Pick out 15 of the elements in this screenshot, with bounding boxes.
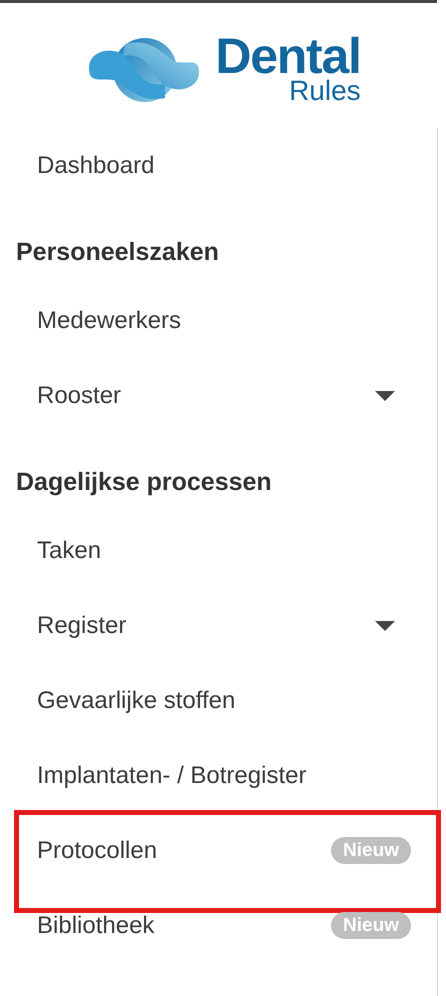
- new-badge: Nieuw: [331, 912, 411, 939]
- nav-link[interactable]: Dashboard: [37, 148, 154, 184]
- nav-link[interactable]: Taken: [37, 532, 102, 568]
- section-heading: Dagelijkse processen: [16, 466, 272, 498]
- nav-link[interactable]: Register: [37, 608, 126, 644]
- section-heading: Personeelszaken: [16, 236, 219, 268]
- caret-down-icon[interactable]: [375, 620, 395, 630]
- nav-link[interactable]: Protocollen: [37, 832, 158, 868]
- nav-link[interactable]: Implantaten- / Botregister: [37, 758, 306, 794]
- nav-link[interactable]: Gevaarlijke stoffen: [37, 682, 236, 718]
- new-badge: Nieuw: [331, 837, 411, 864]
- nav-link[interactable]: Bibliotheek: [37, 908, 154, 944]
- nav-link[interactable]: Rooster: [37, 378, 122, 414]
- caret-down-icon[interactable]: [375, 390, 395, 400]
- nav-link[interactable]: Medewerkers: [37, 302, 182, 338]
